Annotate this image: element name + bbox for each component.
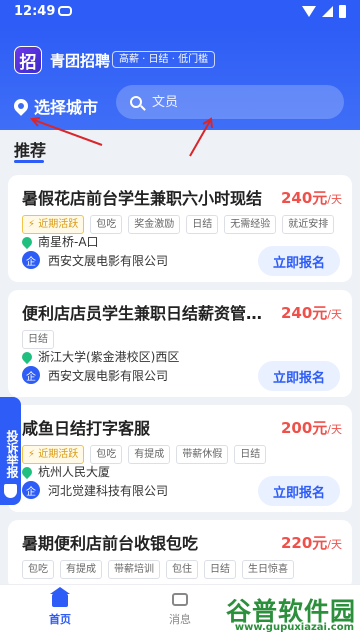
app-name: 青团招聘 [50,52,111,70]
job-company: 企 河北觉建科技有限公司 [22,481,168,499]
company-icon: 企 [22,366,40,384]
job-tag: 包吃 [90,215,123,234]
job-company-name: 西安文展电影有限公司 [48,368,169,383]
job-company: 企 西安文展电影有限公司 [22,251,168,269]
message-icon [172,593,188,606]
job-tag: 日结 [22,330,54,349]
search-bar[interactable] [116,85,344,119]
job-tag: 就近安排 [282,215,335,234]
job-card[interactable]: 咸鱼日结打字客服 200元/天 ⚡ 近期活跃 包吃 有提成 带薪休假 日结 杭州… [8,405,352,512]
home-icon [50,587,70,607]
job-tag: 包吃 [90,445,123,464]
app-slogan: 高薪 · 日结 · 低门槛 [112,51,216,68]
location-pin-icon [11,96,31,116]
job-tags: ⚡ 近期活跃 包吃 奖金激励 日结 无需经验 就近安排 [22,215,335,234]
job-company: 企 西安文展电影有限公司 [22,366,168,384]
job-card[interactable]: 暑期便利店前台收银包吃 220元/天 包吃 有提成 带薪培训 包住 日结 生日惊… [8,520,352,590]
job-salary: 220元/天 [280,534,342,552]
job-tag: 奖金激励 [128,215,181,234]
city-selector[interactable]: 选择城市 [11,94,99,118]
tab-home[interactable]: 首页 [30,587,90,627]
job-location-text: 南星桥-A口 [38,235,99,249]
job-tag: 包住 [166,560,198,579]
job-location: 浙江大学(紫金港校区)西区 [19,348,180,365]
job-tag: 生日惊喜 [242,560,294,579]
job-title: 暑假花店前台学生兼职六小时现结 [22,189,263,208]
job-salary: 200元/天 [280,419,342,437]
battery-icon [339,5,346,18]
company-icon: 企 [22,251,40,269]
job-location: 南星桥-A口 [19,233,99,250]
watermark-url: www.gupuxiazai.com [234,622,354,633]
job-card[interactable]: 暑假花店前台学生兼职六小时现结 240元/天 ⚡ 近期活跃 包吃 奖金激励 日结… [8,175,352,282]
city-label: 选择城市 [34,98,99,117]
job-title: 暑期便利店前台收银包吃 [22,534,199,553]
search-icon [130,96,142,108]
job-company-name: 西安文展电影有限公司 [48,253,169,268]
job-tag: 带薪培训 [108,560,160,579]
section-title-recommend: 推荐 [14,141,47,160]
job-tags: 日结 [22,330,54,349]
wifi-icon [302,6,316,17]
app-logo: 招 [14,46,42,74]
location-icon [19,464,35,479]
job-tag-active: ⚡ 近期活跃 [22,215,85,234]
job-company-name: 河北觉建科技有限公司 [48,483,169,498]
job-location: 杭州人民大厦 [19,463,111,480]
shield-icon [4,484,17,498]
job-tag: 无需经验 [224,215,277,234]
location-icon [19,349,35,364]
job-location-text: 浙江大学(紫金港校区)西区 [38,350,180,364]
job-tag: 日结 [186,215,219,234]
app-header: 招 青团招聘 高薪 · 日结 · 低门槛 选择城市 [0,24,360,130]
location-icon [19,234,35,249]
status-bar: 12:49 [0,0,360,24]
job-tag: 日结 [204,560,236,579]
job-tag: 日结 [234,445,267,464]
search-input[interactable] [152,94,322,110]
watermark: 谷普软件园 www.gupuxiazai.com [194,592,356,636]
apply-button[interactable]: 立即报名 [258,246,340,276]
section-underline [14,160,44,163]
status-time: 12:49 [14,4,56,19]
job-tags: ⚡ 近期活跃 包吃 有提成 带薪休假 日结 [22,445,267,464]
job-tags: 包吃 有提成 带薪培训 包住 日结 生日惊喜 [22,560,294,579]
status-icons [302,5,346,18]
job-tag: 有提成 [128,445,171,464]
apply-button[interactable]: 立即报名 [258,361,340,391]
signal-icon [322,6,333,17]
job-tag-active: ⚡ 近期活跃 [22,445,85,464]
job-tag: 有提成 [60,560,102,579]
job-title: 咸鱼日结打字客服 [22,419,151,438]
job-title: 便利店店员学生兼职日结薪资管… [22,304,263,323]
job-salary: 240元/天 [280,304,342,322]
job-salary: 240元/天 [280,189,342,207]
job-location-text: 杭州人民大厦 [38,465,111,479]
job-tag: 包吃 [22,560,54,579]
company-icon: 企 [22,481,40,499]
tab-home-label: 首页 [49,613,71,626]
tab-messages-label: 消息 [169,613,191,626]
job-tag: 带薪休假 [176,445,229,464]
job-card[interactable]: 便利店店员学生兼职日结薪资管… 240元/天 日结 浙江大学(紫金港校区)西区 … [8,290,352,397]
apply-button[interactable]: 立即报名 [258,476,340,506]
gamepad-icon [58,6,72,16]
